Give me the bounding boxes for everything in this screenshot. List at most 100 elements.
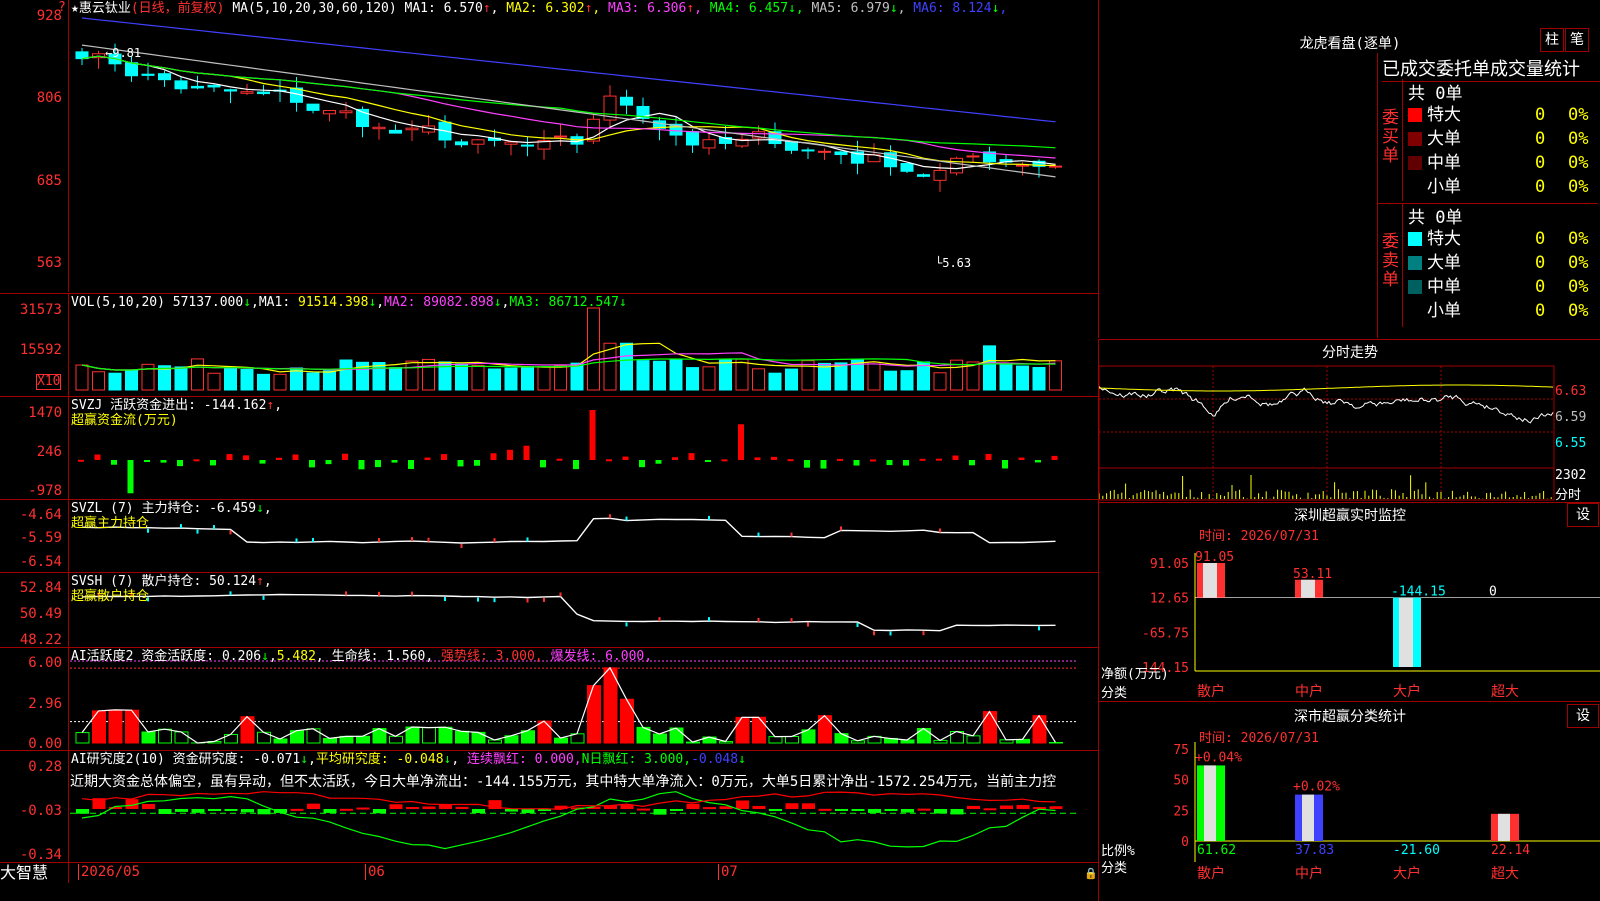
stock-name: 惠云钛业 <box>79 1 131 16</box>
volume-bar <box>786 369 798 390</box>
candle-body <box>390 130 402 133</box>
candle-body <box>340 111 352 113</box>
tick-mark <box>708 516 710 520</box>
tick-mark <box>758 618 760 622</box>
classify-bar-highlight <box>1302 795 1314 841</box>
fund-flow-bar <box>623 457 629 460</box>
volume-bar <box>241 370 253 390</box>
order-row: 中单00% <box>1403 275 1600 299</box>
order-count: 0 <box>1535 227 1545 251</box>
order-count: 0 <box>1535 151 1545 175</box>
svsh-header: SVSH (7) 散户持仓: 50.124↑, 超赢散户持仓 <box>71 574 272 604</box>
activity-line <box>82 668 1056 743</box>
research-bar <box>819 809 832 811</box>
research-bar <box>472 809 485 813</box>
research-bar <box>340 809 353 811</box>
fund-flow-bar <box>359 460 365 469</box>
research-bar <box>852 809 865 811</box>
chart-mode: (日线，前复权) <box>131 1 225 16</box>
intraday-chart[interactable] <box>1099 340 1600 502</box>
order-size-label: 大单 <box>1427 251 1461 275</box>
intraday-tick: 6.55 <box>1555 436 1586 451</box>
volume-bar <box>109 373 121 390</box>
volume-bar <box>703 367 715 390</box>
intraday-vol-tick: 2302 <box>1555 468 1586 483</box>
volume-bar <box>868 362 880 390</box>
sell-rows: 特大00%大单00%中单00%小单00% <box>1403 227 1600 325</box>
activity-bar <box>307 729 320 743</box>
volume-bar <box>390 368 402 390</box>
volume-bar <box>720 360 732 390</box>
activity-bar <box>324 738 337 743</box>
ai-research-pane[interactable]: 0.28 -0.03 -0.34 AI研究度2(10) 资金研究度: -0.07… <box>0 750 1098 863</box>
monitor-bar-label: 0 <box>1489 585 1497 600</box>
intraday-panel[interactable]: 分时走势 6.63 6.59 6.55 2302 分时 <box>1098 339 1600 502</box>
order-row: 大单00% <box>1403 251 1600 275</box>
svzj-pane[interactable]: 1470 246 -978 SVZJ 活跃资金进出: -144.162↑, 超赢… <box>0 396 1098 499</box>
svzl-pane[interactable]: -4.64 -5.59 -6.54 SVZL (7) 主力持仓: -6.459↓… <box>0 499 1098 572</box>
candle-body <box>786 142 798 151</box>
volume-bar <box>522 367 534 390</box>
longhu-header: 已成交委托单成交量统计 <box>1382 55 1600 82</box>
classify-panel[interactable]: 深市超赢分类统计 设 时间: 2026/07/31 7550250+0.04%6… <box>1098 701 1600 901</box>
tick-mark <box>791 618 793 622</box>
order-size-label: 小单 <box>1427 299 1461 323</box>
volume-pane[interactable]: 31573 15592 X10 VOL(5,10,20) 57137.000↓,… <box>0 293 1098 396</box>
order-count: 0 <box>1535 175 1545 199</box>
classify-tick: 75 <box>1173 743 1189 758</box>
volume-bar <box>225 368 237 390</box>
bar-mode-button[interactable]: 柱 <box>1540 28 1564 52</box>
classify-bar-top-label: +0.04% <box>1195 750 1242 765</box>
ai-activity-pane[interactable]: 6.00 2.96 0.00 AI活跃度2 资金活跃度: 0.206↓,5.48… <box>0 647 1098 750</box>
tick-mark <box>494 598 496 602</box>
ai-research-chart <box>0 751 1098 863</box>
candle-body <box>192 86 204 87</box>
monitor-panel[interactable]: 深圳超赢实时监控 设 时间: 2026/07/31 91.0512.65-65.… <box>1098 502 1600 701</box>
ma6-line <box>82 18 1056 122</box>
activity-bar <box>109 710 122 743</box>
activity-bar <box>142 732 155 743</box>
fund-flow-bar <box>540 460 546 467</box>
fund-flow-bar <box>590 410 596 460</box>
candle-body <box>208 85 220 87</box>
tick-mark <box>791 533 793 537</box>
tick-mode-button[interactable]: 笔 <box>1565 28 1589 52</box>
lock-icon[interactable]: 🔒 <box>1084 867 1098 880</box>
fund-flow-bar <box>491 453 497 460</box>
fund-flow-bar <box>656 460 662 464</box>
classify-tick: 50 <box>1173 774 1189 789</box>
research-bar <box>175 809 188 812</box>
tick-mark <box>873 631 875 635</box>
order-count: 0 <box>1535 103 1545 127</box>
candle-body <box>621 97 633 105</box>
candle-body <box>241 92 253 94</box>
fund-flow-bar <box>194 459 200 461</box>
activity-bar <box>423 728 436 743</box>
candle-body <box>819 151 831 152</box>
tick-mark <box>411 592 413 596</box>
tick-mark <box>890 631 892 635</box>
activity-bar <box>1033 716 1046 743</box>
svsh-pane[interactable]: 52.84 50.49 48.22 SVSH (7) 散户持仓: 50.124↑… <box>0 572 1098 647</box>
fund-flow-bar <box>705 460 711 462</box>
monitor-bar-label: -144.15 <box>1391 585 1446 600</box>
volume-bar <box>175 367 187 390</box>
kline-pane[interactable]: 928 806 685 563 ? ★惠云钛业(日线，前复权) MA(5,10,… <box>0 0 1098 292</box>
tick-mark <box>807 623 809 627</box>
fund-flow-bar <box>342 454 348 460</box>
fund-flow-bar <box>771 457 777 460</box>
activity-bar <box>670 728 683 743</box>
candlestick-chart[interactable] <box>0 0 1098 292</box>
activity-bar <box>390 736 403 743</box>
order-size-label: 中单 <box>1427 151 1461 175</box>
activity-bar <box>1050 742 1063 743</box>
fund-flow-bar <box>854 460 860 466</box>
fund-flow-bar <box>969 460 975 465</box>
ai-research-header: AI研究度2(10) 资金研究度: -0.071↓,平均研究度: -0.048↓… <box>71 752 746 767</box>
tick-mark <box>411 537 413 541</box>
low-price-mark: └5.63 <box>935 256 971 270</box>
volume-bar <box>571 363 583 390</box>
research-bar <box>456 807 469 809</box>
order-row: 特大00% <box>1403 227 1600 251</box>
classify-bar-highlight <box>1204 765 1216 841</box>
